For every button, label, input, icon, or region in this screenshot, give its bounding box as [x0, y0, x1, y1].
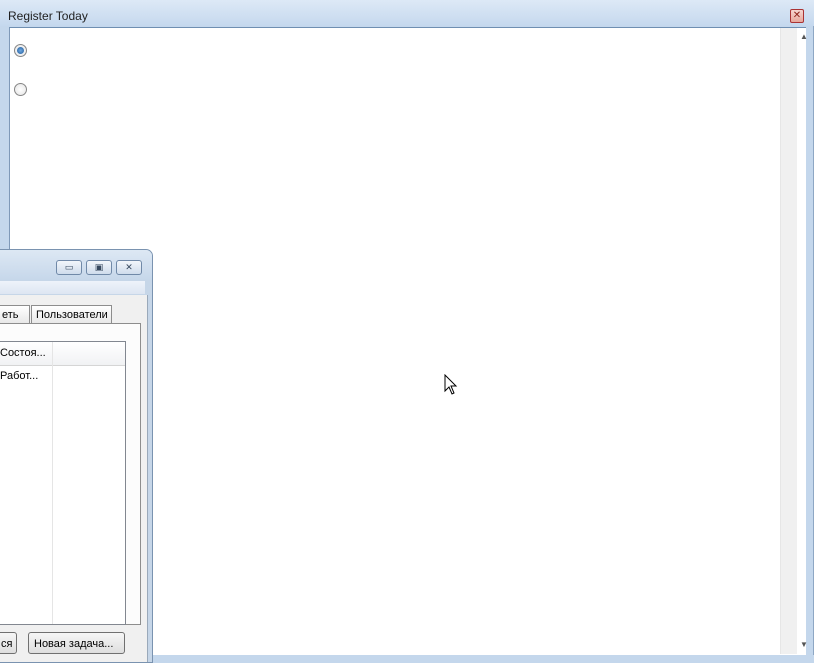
radio-option-1[interactable]: [14, 44, 27, 57]
minimize-icon: ▭: [64, 262, 74, 272]
scrollbar-strip[interactable]: [797, 28, 806, 654]
column-separator: [52, 342, 53, 624]
menu-bar: [0, 281, 145, 294]
list-item-status[interactable]: Работ...: [0, 370, 38, 382]
task-manager-body: еть Пользователи Состоя... Работ... ся Н…: [0, 295, 148, 662]
task-manager-window: ▭ ▣ ✕ еть Пользователи Состоя... Работ..…: [0, 249, 153, 663]
mouse-pointer-icon: [444, 374, 458, 395]
task-manager-close-button[interactable]: ✕: [116, 260, 142, 275]
title-bar[interactable]: Register Today ✕: [0, 0, 814, 26]
scroll-down-icon[interactable]: ▼: [800, 640, 808, 649]
tab-panel: Состоя... Работ...: [0, 323, 141, 625]
tab-users[interactable]: Пользователи: [31, 305, 112, 323]
close-icon: ✕: [792, 10, 802, 21]
radio-option-2[interactable]: [14, 83, 27, 96]
tab-network[interactable]: еть: [0, 305, 30, 323]
partial-button[interactable]: ся: [0, 632, 17, 654]
applications-list[interactable]: Состоя... Работ...: [0, 341, 126, 625]
minimize-button[interactable]: ▭: [56, 260, 82, 275]
new-task-button[interactable]: Новая задача...: [28, 632, 125, 654]
task-manager-title-bar[interactable]: ▭ ▣ ✕: [0, 250, 152, 280]
list-header: Состоя...: [0, 342, 125, 366]
close-button[interactable]: ✕: [790, 9, 804, 23]
window-title: Register Today: [8, 9, 88, 23]
scroll-up-icon[interactable]: ▲: [800, 32, 808, 41]
close-icon: ✕: [125, 262, 133, 272]
column-header-status[interactable]: Состоя...: [0, 347, 46, 359]
restore-button[interactable]: ▣: [86, 260, 112, 275]
vertical-scrollbar-track[interactable]: [780, 28, 798, 654]
restore-icon: ▣: [94, 262, 104, 272]
